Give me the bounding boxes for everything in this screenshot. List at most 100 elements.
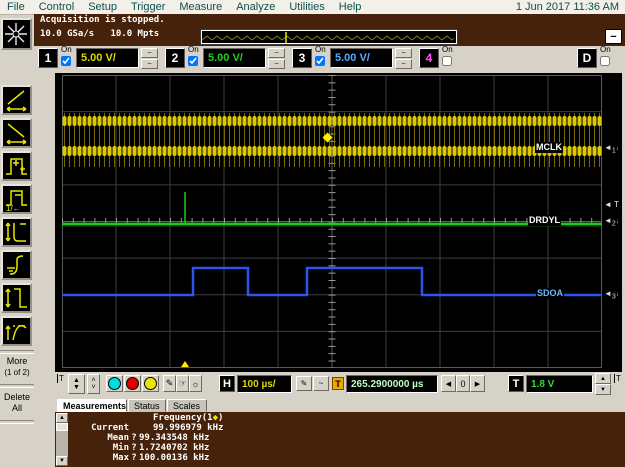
delete-all-button[interactable]: Delete All — [0, 392, 34, 414]
scroll-thumb[interactable] — [56, 423, 68, 431]
v-min-button[interactable] — [1, 217, 32, 247]
digital-on-checkbox[interactable] — [600, 56, 610, 66]
channel-3-on-checkbox[interactable] — [315, 56, 325, 66]
mclk-trace — [62, 113, 602, 167]
trigger-level-marker[interactable]: ◄ T — [604, 201, 619, 209]
menu-bar: File Control Setup Trigger Measure Analy… — [0, 0, 625, 15]
menu-trigger[interactable]: Trigger — [124, 1, 172, 13]
sdoa-label: SDOA — [536, 288, 565, 299]
channel-1-wave-down-button[interactable]: ~ — [141, 59, 158, 69]
channel-3-on-label: On — [315, 45, 326, 54]
trigger-level-display[interactable]: 1.8 V — [526, 375, 593, 393]
annotate-button[interactable]: ✎ — [163, 375, 176, 392]
fall-time-icon — [6, 123, 27, 145]
measurements-scrollbar[interactable]: ▲ ▼ — [56, 413, 68, 466]
fall-time-button[interactable] — [1, 118, 32, 148]
sidebar-divider — [0, 350, 34, 354]
acquisition-preview-bar[interactable] — [200, 29, 458, 45]
channel-2-wave-up-button[interactable]: ~ — [268, 48, 285, 58]
trigger-time-pointer — [181, 361, 189, 367]
measurements-panel: ▲ ▼ Frequency(1◆) Current 99.996979 kHz M… — [55, 412, 625, 467]
v-min-icon — [5, 222, 26, 242]
ch3-ground-marker[interactable]: ◄3↓ — [604, 290, 619, 302]
positive-width-icon — [6, 158, 27, 175]
channel-2-on-checkbox[interactable] — [188, 56, 198, 66]
channel-3-number: 3 — [298, 51, 306, 65]
menu-utilities[interactable]: Utilities — [282, 1, 331, 13]
v-base-icon — [7, 255, 24, 275]
menu-file[interactable]: File — [0, 1, 32, 13]
tab-scales[interactable]: Scales — [167, 399, 207, 412]
mclk-label: MCLK — [535, 142, 563, 153]
delay-decrement-button[interactable]: ◀ — [441, 375, 456, 392]
channel-1-button[interactable]: 1 — [38, 48, 58, 68]
trigger-delay-badge: T — [332, 377, 344, 390]
scroll-up-button[interactable]: ▲ — [56, 413, 68, 423]
v-peak-peak-button[interactable] — [1, 283, 32, 313]
channel-4-button[interactable]: 4 — [419, 48, 439, 68]
channel-3-scale-display[interactable]: 5.00 V/ — [330, 48, 393, 68]
agilent-logo-button[interactable] — [1, 18, 32, 50]
marker-b-button[interactable] — [124, 375, 141, 392]
trigger-level-down-button[interactable]: ▼ — [595, 384, 611, 395]
hand-icon: ☞ — [178, 378, 187, 388]
channel-2-button[interactable]: 2 — [165, 48, 185, 68]
channel-4-on-label: On — [442, 45, 453, 54]
v-peak-peak-icon — [5, 288, 27, 308]
menu-setup[interactable]: Setup — [81, 1, 124, 13]
trigger-menu-button[interactable]: T — [508, 375, 524, 392]
tab-status[interactable]: Status — [128, 399, 166, 412]
channel-1-wave-up-button[interactable]: ~ — [141, 48, 158, 58]
frequency-button[interactable]: 1/← — [1, 184, 32, 214]
delay-zero-button[interactable]: 0 — [456, 375, 470, 392]
trigger-level-up-button[interactable]: ▲ — [595, 373, 611, 384]
channel-4-on-checkbox[interactable] — [442, 56, 452, 66]
measurement-readout: Frequency(1◆) Current 99.996979 kHz Mean?… — [73, 413, 223, 463]
channel-2-number: 2 — [171, 51, 179, 65]
left-arrow-icon: ◀ — [445, 380, 452, 388]
channel-2-on-label: On — [188, 45, 199, 54]
position-spinner[interactable]: ▲ ▼ — [68, 374, 85, 394]
intensity-button[interactable]: ☼ — [189, 375, 202, 392]
waveform-tool-button[interactable]: ~ — [313, 376, 329, 391]
delay-time-display[interactable]: 265.2900000 µs — [346, 375, 438, 393]
sine-icon: ~ — [318, 379, 324, 388]
cyan-marker-icon — [108, 377, 121, 390]
channel-1-on-checkbox[interactable] — [61, 56, 71, 66]
ch2-ground-marker[interactable]: ◄2↓ — [604, 217, 619, 229]
digital-channels-button[interactable]: D — [577, 48, 597, 68]
menu-measure[interactable]: Measure — [172, 1, 229, 13]
channel-1-scale-display[interactable]: 5.00 V/ — [76, 48, 139, 68]
scroll-down-button[interactable]: ▼ — [56, 456, 68, 466]
menu-analyze[interactable]: Analyze — [229, 1, 282, 13]
horizontal-menu-button[interactable]: H — [219, 375, 235, 392]
v-base-button[interactable] — [1, 250, 32, 280]
marker-c-button[interactable] — [142, 375, 159, 392]
touch-button[interactable]: ☞ — [176, 375, 189, 392]
tab-measurements[interactable]: Measurements — [57, 399, 127, 412]
channel-3-wave-down-button[interactable]: ~ — [395, 59, 412, 69]
channel-1-on-label: On — [61, 45, 72, 54]
fine-spinner[interactable]: ˄ ˅ — [87, 374, 100, 394]
v-average-button[interactable] — [1, 316, 32, 346]
menu-control[interactable]: Control — [32, 1, 81, 13]
ch1-ground-marker[interactable]: ◄1↓ — [604, 144, 619, 156]
channel-2-wave-down-button[interactable]: ~ — [268, 59, 285, 69]
marker-a-button[interactable] — [106, 375, 123, 392]
frequency-icon: 1/← — [6, 190, 27, 213]
rise-time-button[interactable] — [1, 85, 32, 115]
delay-increment-button[interactable]: ▶ — [470, 375, 485, 392]
timebase-display[interactable]: 100 µs/ — [237, 375, 292, 393]
minimize-status-button[interactable]: − — [605, 29, 622, 44]
acquisition-status: Acquisition is stopped. — [40, 15, 165, 25]
channel-3-wave-up-button[interactable]: ~ — [395, 48, 412, 58]
cursor-tool-button[interactable]: ✎ — [296, 376, 312, 391]
right-arrow-icon: ▶ — [474, 380, 481, 388]
more-measurements-button[interactable]: More (1 of 2) — [0, 356, 34, 378]
red-marker-icon — [126, 377, 139, 390]
positive-width-button[interactable] — [1, 151, 32, 181]
channel-2-scale-display[interactable]: 5.00 V/ — [203, 48, 266, 68]
channel-3-button[interactable]: 3 — [292, 48, 312, 68]
pencil-icon: ✎ — [165, 378, 174, 388]
menu-help[interactable]: Help — [332, 1, 369, 13]
